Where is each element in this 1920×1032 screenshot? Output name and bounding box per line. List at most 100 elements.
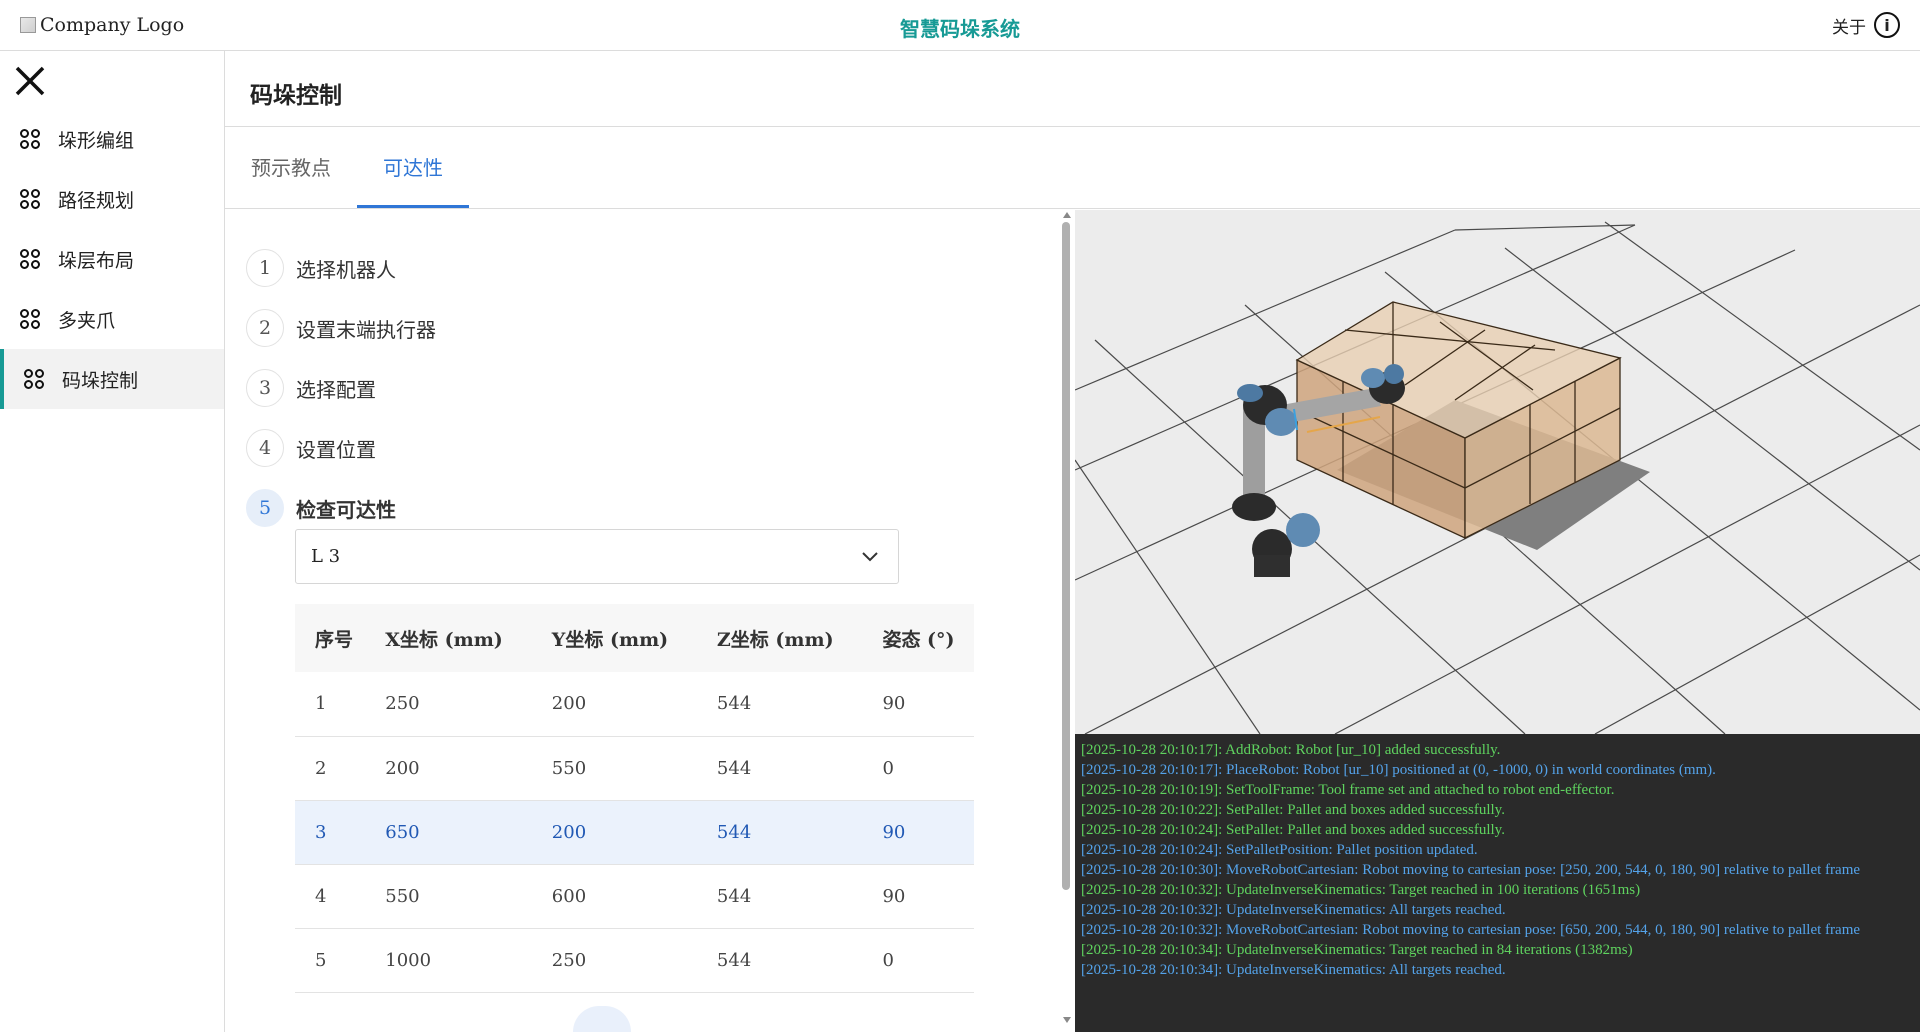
column-header: 姿态 (°): [862, 604, 974, 672]
table-cell: 650: [365, 800, 532, 865]
chevron-down-icon: [862, 552, 878, 562]
table-cell: 200: [365, 736, 532, 801]
sidebar-item-label: 垛层布局: [58, 249, 135, 272]
close-icon[interactable]: [12, 63, 48, 99]
table-row[interactable]: 5 1000 250 544 0: [295, 928, 974, 993]
grid-icon: [24, 369, 44, 389]
table-cell: 550: [531, 736, 697, 801]
log-line: [2025-10-28 20:10:32]: MoveRobotCartesia…: [1081, 922, 1861, 938]
sidebar-item-palletizing-control[interactable]: 码垛控制: [0, 349, 224, 409]
log-line: [2025-10-28 20:10:22]: SetPallet: Pallet…: [1081, 802, 1505, 818]
column-header: X坐标 (mm): [365, 604, 532, 672]
column-header: Z坐标 (mm): [696, 604, 863, 672]
step-number: 1: [246, 249, 284, 287]
table-cell: 90: [862, 864, 974, 929]
sidebar: 垛形编组 路径规划 垛层布局 多夹爪 码垛控制: [0, 51, 225, 1032]
table-cell: 600: [531, 864, 697, 929]
grid-icon: [20, 189, 40, 209]
sidebar-item-label: 码垛控制: [62, 369, 139, 392]
sidebar-item-path-planning[interactable]: 路径规划: [0, 169, 224, 229]
log-line: [2025-10-28 20:10:34]: UpdateInverseKine…: [1081, 962, 1506, 978]
step-label: 检查可达性: [296, 497, 396, 522]
table-cell: 90: [862, 800, 974, 865]
step-number: 3: [246, 369, 284, 407]
targets-table: 序号 X坐标 (mm) Y坐标 (mm) Z坐标 (mm) 姿态 (°) 1 2…: [295, 604, 974, 993]
about-label: 关于: [1832, 17, 1866, 38]
broken-image-icon: [20, 17, 36, 33]
table-cell: 544: [696, 736, 863, 801]
sidebar-item-stack-pattern[interactable]: 垛形编组: [0, 109, 224, 169]
table-cell: 2: [295, 736, 366, 801]
sidebar-item-layer-layout[interactable]: 垛层布局: [0, 229, 224, 289]
table-cell: 200: [531, 800, 697, 865]
table-cell: 544: [696, 864, 863, 929]
app-title: 智慧码垛系统: [900, 17, 1020, 41]
step-number: 4: [246, 429, 284, 467]
table-row-selected[interactable]: 3 650 200 544 90: [295, 800, 974, 865]
table-cell: 0: [862, 736, 974, 801]
step-number: 2: [246, 309, 284, 347]
log-line: [2025-10-28 20:10:19]: SetToolFrame: Too…: [1081, 782, 1615, 798]
step-select-config[interactable]: 3 选择配置: [246, 358, 436, 418]
scrollbar-thumb[interactable]: [1062, 222, 1070, 890]
info-icon: i: [1874, 12, 1900, 38]
column-header: Y坐标 (mm): [531, 604, 697, 672]
tab-reachability[interactable]: 可达性: [357, 128, 469, 208]
3d-viewport[interactable]: [1075, 210, 1920, 734]
step-label: 选择配置: [296, 377, 376, 402]
table-cell: 1000: [365, 928, 532, 993]
scrollbar[interactable]: [1060, 210, 1072, 1025]
table-row[interactable]: 4 550 600 544 90: [295, 864, 974, 929]
sidebar-nav: 垛形编组 路径规划 垛层布局 多夹爪 码垛控制: [0, 109, 224, 409]
layer-select-value: L 3: [311, 546, 341, 567]
table-cell: 90: [862, 672, 974, 737]
grid-icon: [20, 129, 40, 149]
table-cell: 3: [295, 800, 366, 865]
log-line: [2025-10-28 20:10:24]: SetPalletPosition…: [1081, 842, 1478, 858]
log-line: [2025-10-28 20:10:34]: UpdateInverseKine…: [1081, 942, 1633, 958]
step-label: 设置位置: [296, 437, 376, 462]
scene-render: [1075, 210, 1920, 734]
table-header-row: 序号 X坐标 (mm) Y坐标 (mm) Z坐标 (mm) 姿态 (°): [295, 604, 974, 672]
table-cell: 544: [696, 672, 863, 737]
table-cell: 200: [531, 672, 697, 737]
sidebar-item-label: 路径规划: [58, 189, 135, 212]
log-line: [2025-10-28 20:10:17]: AddRobot: Robot […: [1081, 742, 1501, 758]
step-set-position[interactable]: 4 设置位置: [246, 418, 436, 478]
table-cell: 1: [295, 672, 366, 737]
scroll-up-arrow-icon[interactable]: [1063, 212, 1071, 218]
sidebar-item-label: 垛形编组: [58, 129, 135, 152]
table-row[interactable]: 2 200 550 544 0: [295, 736, 974, 801]
table-cell: 544: [696, 928, 863, 993]
table-cell: 250: [531, 928, 697, 993]
step-select-robot[interactable]: 1 选择机器人: [246, 238, 436, 298]
step-set-end-effector[interactable]: 2 设置末端执行器: [246, 298, 436, 358]
stepper: 1 选择机器人 2 设置末端执行器 3 选择配置 4 设置位置 5 检查可达性: [246, 238, 436, 538]
about-button[interactable]: 关于 i: [1832, 12, 1900, 38]
divider: [225, 208, 1920, 209]
scroll-hint: [573, 1006, 631, 1032]
log-line: [2025-10-28 20:10:24]: SetPallet: Pallet…: [1081, 822, 1505, 838]
grid-icon: [20, 309, 40, 329]
tab-bar: 预示教点 可达性: [225, 128, 469, 208]
log-console[interactable]: [2025-10-28 20:10:17]: AddRobot: Robot […: [1075, 734, 1920, 1032]
logo-alt-text: Company Logo: [40, 14, 185, 36]
table-cell: 0: [862, 928, 974, 993]
company-logo[interactable]: Company Logo: [20, 14, 184, 36]
scroll-down-arrow-icon[interactable]: [1063, 1017, 1071, 1023]
table-cell: 5: [295, 928, 366, 993]
table-cell: 250: [365, 672, 532, 737]
grid-icon: [20, 249, 40, 269]
log-line: [2025-10-28 20:10:17]: PlaceRobot: Robot…: [1081, 762, 1716, 778]
table-cell: 4: [295, 864, 366, 929]
table-row[interactable]: 1 250 200 544 90: [295, 672, 974, 737]
sidebar-item-multi-gripper[interactable]: 多夹爪: [0, 289, 224, 349]
log-line: [2025-10-28 20:10:32]: UpdateInverseKine…: [1081, 882, 1641, 898]
app-header: Company Logo 智慧码垛系统 关于 i: [0, 0, 1920, 51]
tab-teach-points[interactable]: 预示教点: [225, 128, 357, 208]
layer-select[interactable]: L 3: [295, 529, 899, 584]
sidebar-item-label: 多夹爪: [58, 309, 116, 332]
log-line: [2025-10-28 20:10:30]: MoveRobotCartesia…: [1081, 862, 1861, 878]
table-cell: 550: [365, 864, 532, 929]
divider: [225, 126, 1920, 127]
